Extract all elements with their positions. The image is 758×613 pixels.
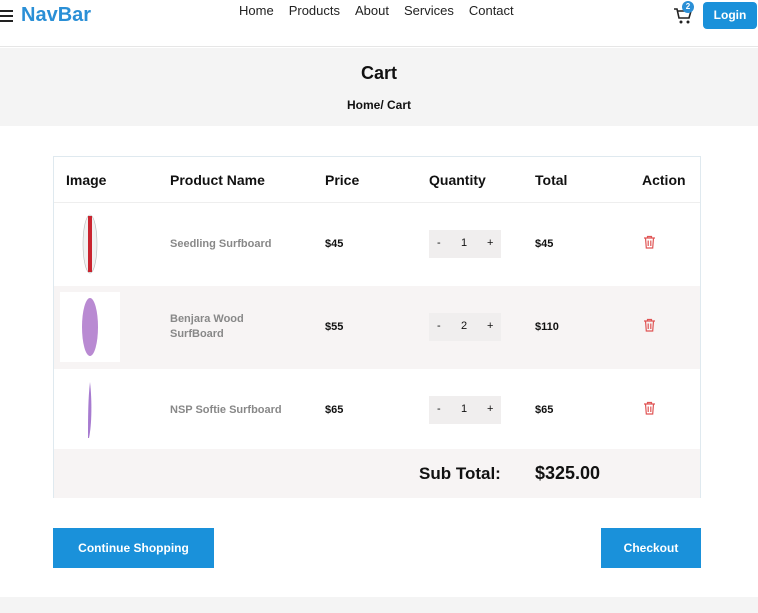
product-price: $45 (325, 238, 344, 250)
product-total: $45 (535, 238, 554, 250)
breadcrumb[interactable]: Home/ Cart (0, 98, 758, 112)
footer (0, 597, 758, 613)
product-name[interactable]: Seedling Surfboard (170, 237, 290, 252)
table-row: NSP Softie Surfboard $65 - 1 + $65 (54, 369, 700, 452)
hamburger-menu-icon[interactable] (0, 10, 13, 22)
header-product-name: Product Name (170, 172, 265, 188)
product-price: $65 (325, 404, 344, 416)
subtotal-value: $325.00 (535, 463, 601, 483)
quantity-stepper: - 2 + (429, 313, 501, 341)
header-quantity: Quantity (429, 172, 486, 188)
subtotal-row: Sub Total: $325.00 (54, 449, 700, 498)
nav-link-services[interactable]: Services (404, 3, 454, 18)
brand-logo[interactable]: NavBar (21, 4, 91, 27)
product-name[interactable]: Benjara Wood SurfBoard (170, 312, 290, 342)
product-image (60, 292, 120, 362)
quantity-stepper: - 1 + (429, 230, 501, 258)
page-title: Cart (360, 63, 397, 83)
table-header: Image Product Name Price Quantity Total … (54, 157, 700, 203)
increment-button[interactable]: + (487, 403, 493, 415)
nav-link-contact[interactable]: Contact (469, 3, 514, 18)
quantity-stepper: - 1 + (429, 396, 501, 424)
product-image (60, 209, 120, 279)
page-header: Cart Home/ Cart (0, 48, 758, 126)
navbar: NavBar Home Products About Services Cont… (0, 0, 758, 47)
product-price: $55 (325, 321, 344, 333)
quantity-value: 2 (461, 320, 468, 332)
quantity-value: 1 (461, 403, 468, 415)
cart-table: Image Product Name Price Quantity Total … (53, 156, 701, 498)
header-action: Action (642, 172, 686, 188)
nav-links: Home Products About Services Contact (239, 3, 514, 18)
product-image (60, 375, 120, 445)
decrement-button[interactable]: - (437, 237, 441, 249)
product-total: $65 (535, 404, 554, 416)
decrement-button[interactable]: - (437, 320, 441, 332)
quantity-value: 1 (461, 237, 468, 249)
increment-button[interactable]: + (487, 237, 493, 249)
table-row: Seedling Surfboard $45 - 1 + $45 (54, 203, 700, 286)
trash-icon[interactable] (643, 401, 656, 415)
header-total: Total (535, 172, 568, 188)
increment-button[interactable]: + (487, 320, 493, 332)
table-row: Benjara Wood SurfBoard $55 - 2 + $110 (54, 286, 700, 369)
header-price: Price (325, 172, 360, 188)
trash-icon[interactable] (643, 235, 656, 249)
nav-link-home[interactable]: Home (239, 3, 274, 18)
continue-shopping-button[interactable]: Continue Shopping (53, 528, 214, 568)
product-name[interactable]: NSP Softie Surfboard (170, 403, 290, 418)
decrement-button[interactable]: - (437, 403, 441, 415)
product-total: $110 (535, 321, 559, 333)
trash-icon[interactable] (643, 318, 656, 332)
login-button[interactable]: Login (703, 2, 757, 29)
nav-link-products[interactable]: Products (289, 3, 340, 18)
nav-link-about[interactable]: About (355, 3, 389, 18)
subtotal-label: Sub Total: (419, 464, 501, 483)
checkout-button[interactable]: Checkout (601, 528, 701, 568)
cart-count-badge: 2 (682, 1, 694, 13)
header-image: Image (66, 172, 107, 188)
